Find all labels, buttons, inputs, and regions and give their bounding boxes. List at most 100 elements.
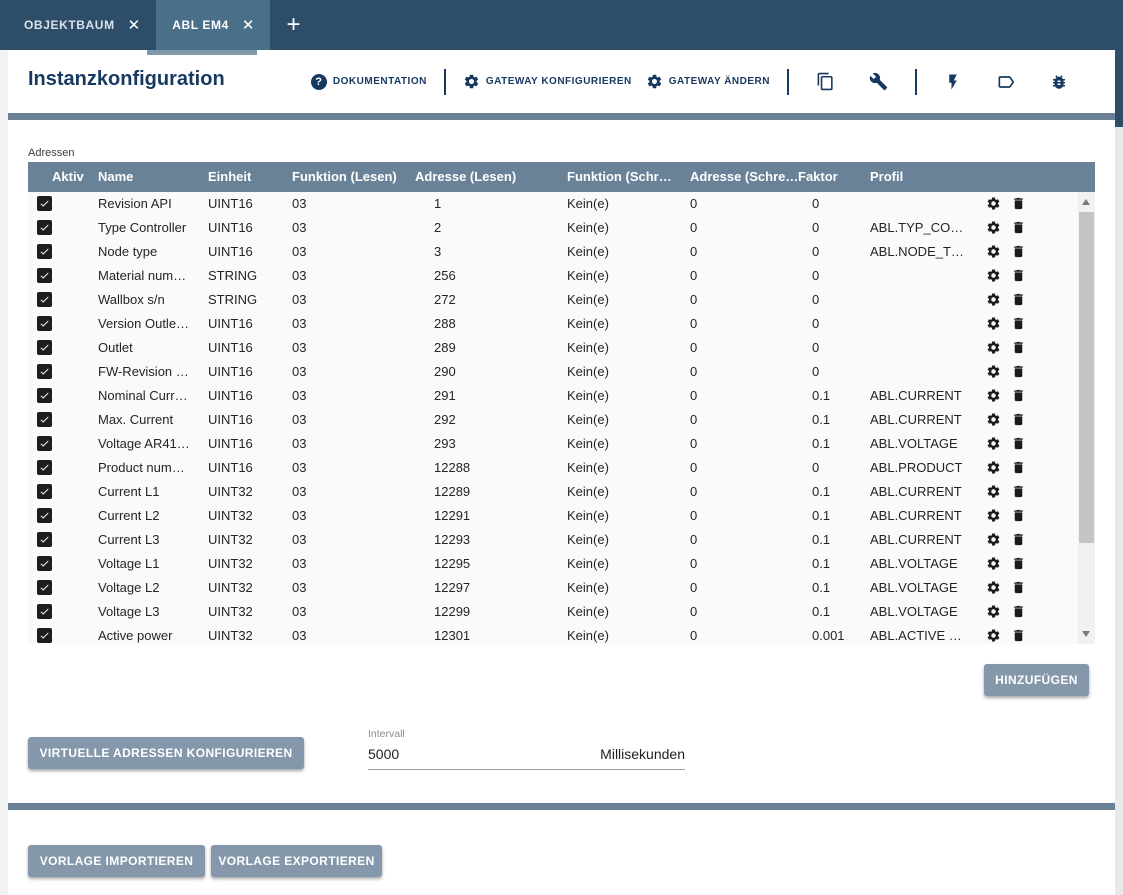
row-delete-button[interactable] xyxy=(1011,316,1027,332)
trash-icon xyxy=(1011,220,1026,235)
row-profil: ABL.VOLTAGE xyxy=(870,600,958,624)
column-header: Funktion (Lesen) xyxy=(292,162,397,192)
close-icon[interactable]: ✕ xyxy=(128,18,141,33)
row-settings-button[interactable] xyxy=(986,220,1002,236)
check-icon xyxy=(39,438,50,449)
row-settings-button[interactable] xyxy=(986,268,1002,284)
row-settings-button[interactable] xyxy=(986,340,1002,356)
close-icon[interactable]: ✕ xyxy=(242,18,255,33)
row-adresse-schreiben: 0 xyxy=(690,360,697,384)
row-adresse-schreiben: 0 xyxy=(690,288,697,312)
row-settings-button[interactable] xyxy=(986,388,1002,404)
row-checkbox[interactable] xyxy=(37,316,52,331)
row-einheit: UINT32 xyxy=(208,552,253,576)
row-settings-button[interactable] xyxy=(986,508,1002,524)
dokumentation-button[interactable]: ? DOKUMENTATION xyxy=(311,74,427,90)
row-delete-button[interactable] xyxy=(1011,556,1027,572)
row-delete-button[interactable] xyxy=(1011,196,1027,212)
scroll-down-arrow-icon[interactable] xyxy=(1082,631,1090,637)
row-delete-button[interactable] xyxy=(1011,244,1027,260)
vorlage-exportieren-button[interactable]: VORLAGE EXPORTIEREN xyxy=(211,845,382,877)
row-checkbox[interactable] xyxy=(37,580,52,595)
row-faktor: 0.001 xyxy=(812,624,845,644)
debug-button[interactable] xyxy=(1050,73,1068,91)
row-faktor: 0.1 xyxy=(812,576,830,600)
row-checkbox[interactable] xyxy=(37,340,52,355)
row-checkbox[interactable] xyxy=(37,508,52,523)
row-settings-button[interactable] xyxy=(986,460,1002,476)
toolbar-divider xyxy=(444,69,446,95)
row-settings-button[interactable] xyxy=(986,364,1002,380)
vorlage-importieren-button[interactable]: VORLAGE IMPORTIEREN xyxy=(28,845,205,877)
row-checkbox[interactable] xyxy=(37,484,52,499)
row-settings-button[interactable] xyxy=(986,316,1002,332)
tab-objektbaum[interactable]: OBJEKTBAUM ✕ xyxy=(8,0,156,50)
row-checkbox[interactable] xyxy=(37,412,52,427)
table-row: Type Controller UINT16 03 2 Kein(e) 0 0 … xyxy=(28,216,1078,240)
row-settings-button[interactable] xyxy=(986,628,1002,644)
row-settings-button[interactable] xyxy=(986,532,1002,548)
row-settings-button[interactable] xyxy=(986,292,1002,308)
scroll-up-arrow-icon[interactable] xyxy=(1082,199,1090,205)
page-scrollbar[interactable] xyxy=(1115,0,1123,895)
row-checkbox[interactable] xyxy=(37,268,52,283)
row-settings-button[interactable] xyxy=(986,196,1002,212)
tools-button[interactable] xyxy=(869,72,888,91)
row-funktion-schreiben: Kein(e) xyxy=(567,528,609,552)
row-einheit: UINT16 xyxy=(208,336,253,360)
tag-button[interactable] xyxy=(996,72,1016,92)
hinzufuegen-button[interactable]: HINZUFÜGEN xyxy=(984,664,1089,696)
gateway-konfigurieren-button[interactable]: GATEWAY KONFIGURIEREN xyxy=(463,73,632,90)
row-settings-button[interactable] xyxy=(986,556,1002,572)
row-adresse-lesen: 293 xyxy=(434,432,456,456)
row-checkbox[interactable] xyxy=(37,436,52,451)
row-delete-button[interactable] xyxy=(1011,628,1027,644)
row-delete-button[interactable] xyxy=(1011,484,1027,500)
row-delete-button[interactable] xyxy=(1011,412,1027,428)
row-delete-button[interactable] xyxy=(1011,580,1027,596)
row-settings-button[interactable] xyxy=(986,484,1002,500)
row-checkbox[interactable] xyxy=(37,196,52,211)
add-tab-button[interactable]: + xyxy=(270,0,316,50)
row-settings-button[interactable] xyxy=(986,412,1002,428)
row-delete-button[interactable] xyxy=(1011,508,1027,524)
table-scrollbar-thumb[interactable] xyxy=(1079,212,1094,543)
copy-button[interactable] xyxy=(816,72,835,91)
row-settings-button[interactable] xyxy=(986,244,1002,260)
row-delete-button[interactable] xyxy=(1011,604,1027,620)
row-checkbox[interactable] xyxy=(37,628,52,643)
interval-input[interactable]: 5000 xyxy=(368,746,399,762)
row-checkbox[interactable] xyxy=(37,532,52,547)
row-name: Voltage L2 xyxy=(98,576,159,600)
row-faktor: 0 xyxy=(812,336,819,360)
row-checkbox[interactable] xyxy=(37,556,52,571)
row-delete-button[interactable] xyxy=(1011,364,1027,380)
row-checkbox[interactable] xyxy=(37,220,52,235)
row-delete-button[interactable] xyxy=(1011,436,1027,452)
page-scrollbar-thumb[interactable] xyxy=(1115,50,1123,127)
row-delete-button[interactable] xyxy=(1011,220,1027,236)
row-delete-button[interactable] xyxy=(1011,532,1027,548)
row-checkbox[interactable] xyxy=(37,244,52,259)
row-delete-button[interactable] xyxy=(1011,388,1027,404)
tab-abl-em4[interactable]: ABL EM4 ✕ xyxy=(156,0,270,50)
row-checkbox[interactable] xyxy=(37,604,52,619)
row-settings-button[interactable] xyxy=(986,580,1002,596)
live-values-button[interactable] xyxy=(944,73,962,91)
row-checkbox[interactable] xyxy=(37,460,52,475)
gateway-aendern-button[interactable]: GATEWAY ÄNDERN xyxy=(646,73,770,90)
row-profil: ABL.CURRENT xyxy=(870,480,962,504)
row-settings-button[interactable] xyxy=(986,436,1002,452)
row-settings-button[interactable] xyxy=(986,604,1002,620)
row-delete-button[interactable] xyxy=(1011,292,1027,308)
row-faktor: 0 xyxy=(812,360,819,384)
check-icon xyxy=(39,582,50,593)
row-delete-button[interactable] xyxy=(1011,460,1027,476)
table-scrollbar[interactable] xyxy=(1078,192,1095,644)
row-delete-button[interactable] xyxy=(1011,340,1027,356)
row-checkbox[interactable] xyxy=(37,292,52,307)
row-delete-button[interactable] xyxy=(1011,268,1027,284)
row-checkbox[interactable] xyxy=(37,364,52,379)
row-checkbox[interactable] xyxy=(37,388,52,403)
virtuelle-adressen-button[interactable]: VIRTUELLE ADRESSEN KONFIGURIEREN xyxy=(28,737,304,769)
